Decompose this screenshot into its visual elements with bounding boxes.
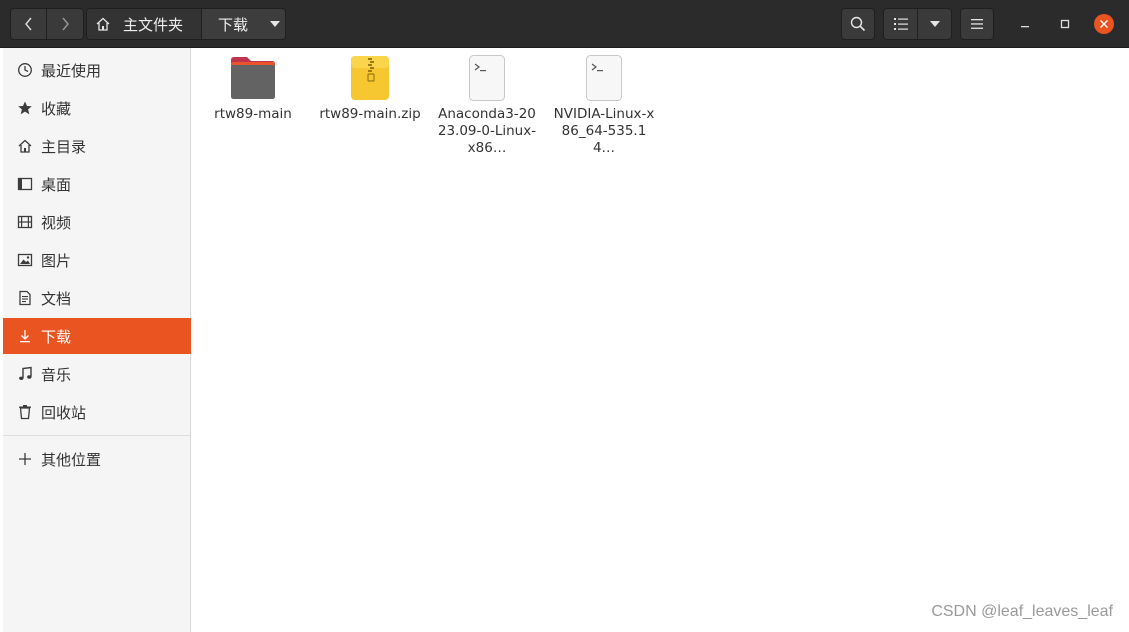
folder-icon	[229, 54, 277, 102]
breadcrumb: 主文件夹 下载	[86, 8, 286, 40]
video-icon	[17, 214, 33, 230]
file-name: NVIDIA-Linux-x86_64-535.14…	[553, 106, 655, 156]
sidebar-item-music[interactable]: 音乐	[3, 356, 191, 392]
zip-archive-icon	[346, 54, 394, 102]
caret-down-icon	[270, 21, 281, 27]
home-icon	[96, 17, 110, 31]
document-icon	[17, 290, 33, 306]
search-button[interactable]	[841, 8, 875, 40]
sidebar-item-home[interactable]: 主目录	[3, 128, 191, 164]
trash-icon	[17, 404, 33, 420]
script-file-icon	[463, 54, 511, 102]
sidebar-separator	[3, 435, 191, 436]
music-icon	[17, 366, 33, 382]
file-item[interactable]: NVIDIA-Linux-x86_64-535.14…	[549, 54, 659, 157]
sidebar-item-desktop[interactable]: 桌面	[3, 166, 191, 202]
file-item[interactable]: Anaconda3-2023.09-0-Linux-x86…	[432, 54, 542, 157]
home-icon	[17, 138, 33, 154]
breadcrumb-current[interactable]: 下载	[202, 8, 286, 40]
close-button[interactable]	[1094, 14, 1114, 34]
file-item[interactable]: rtw89-main	[198, 54, 308, 123]
search-icon	[850, 16, 866, 32]
desktop-icon	[17, 176, 33, 192]
file-item[interactable]: rtw89-main.zip	[315, 54, 425, 123]
list-view-button[interactable]	[883, 8, 918, 40]
header-bar: 主文件夹 下载	[0, 0, 1129, 48]
sidebar-item-recent[interactable]: 最近使用	[3, 52, 191, 88]
hamburger-menu-icon	[971, 19, 983, 29]
sidebar-item-label: 视频	[41, 213, 72, 232]
caret-down-icon	[929, 21, 940, 27]
minimize-icon	[1021, 26, 1029, 28]
sidebar: 最近使用 收藏 主目录 桌面 视频 图片 文档 下载 音乐 回收站 其他位置	[3, 48, 191, 632]
clock-icon	[17, 62, 33, 78]
navigation-buttons	[10, 8, 84, 40]
plus-icon	[17, 451, 33, 467]
sidebar-item-downloads[interactable]: 下载	[3, 318, 191, 354]
sidebar-item-label: 最近使用	[41, 61, 102, 80]
forward-button[interactable]	[47, 8, 84, 40]
chevron-left-icon	[24, 17, 32, 31]
back-button[interactable]	[10, 8, 47, 40]
file-manager-window: 主文件夹 下载 最近使用 收藏 主目录 桌面 视频 图片 文档 下载 音乐 回收…	[0, 0, 1129, 632]
maximize-button[interactable]	[1055, 14, 1075, 34]
breadcrumb-current-label: 下载	[218, 15, 249, 34]
sidebar-item-label: 音乐	[41, 365, 72, 384]
minimize-button[interactable]	[1015, 14, 1035, 34]
sidebar-item-label: 文档	[41, 289, 72, 308]
star-icon	[17, 100, 33, 116]
picture-icon	[17, 252, 33, 268]
maximize-icon	[1060, 19, 1070, 29]
view-options	[883, 8, 952, 40]
search-group	[841, 8, 875, 40]
breadcrumb-home[interactable]: 主文件夹	[86, 8, 202, 40]
menu-button[interactable]	[960, 8, 994, 40]
sidebar-item-label: 回收站	[41, 403, 87, 422]
chevron-right-icon	[62, 17, 69, 31]
sidebar-item-label: 桌面	[41, 175, 72, 194]
sidebar-item-videos[interactable]: 视频	[3, 204, 191, 240]
sidebar-item-pictures[interactable]: 图片	[3, 242, 191, 278]
sidebar-item-trash[interactable]: 回收站	[3, 394, 191, 430]
menu-group	[960, 8, 994, 40]
sidebar-item-label: 收藏	[41, 99, 72, 118]
sidebar-item-starred[interactable]: 收藏	[3, 90, 191, 126]
script-file-icon	[580, 54, 628, 102]
breadcrumb-home-label: 主文件夹	[123, 15, 184, 34]
sidebar-item-label: 主目录	[41, 137, 87, 156]
sidebar-item-other-locations[interactable]: 其他位置	[3, 441, 191, 477]
file-name: rtw89-main.zip	[319, 106, 421, 122]
sidebar-item-label: 下载	[41, 327, 72, 346]
download-icon	[17, 328, 33, 344]
watermark: CSDN @leaf_leaves_leaf	[931, 603, 1113, 620]
sidebar-item-label: 图片	[41, 251, 72, 270]
close-icon	[1100, 20, 1108, 28]
file-name: Anaconda3-2023.09-0-Linux-x86…	[437, 106, 537, 156]
file-view: rtw89-main rtw89-main.zip Anaconda3-2023…	[192, 48, 1129, 632]
sidebar-item-documents[interactable]: 文档	[3, 280, 191, 316]
sidebar-item-label: 其他位置	[41, 450, 102, 469]
file-name: rtw89-main	[214, 106, 292, 122]
view-options-dropdown[interactable]	[918, 8, 952, 40]
list-view-icon	[893, 18, 908, 30]
